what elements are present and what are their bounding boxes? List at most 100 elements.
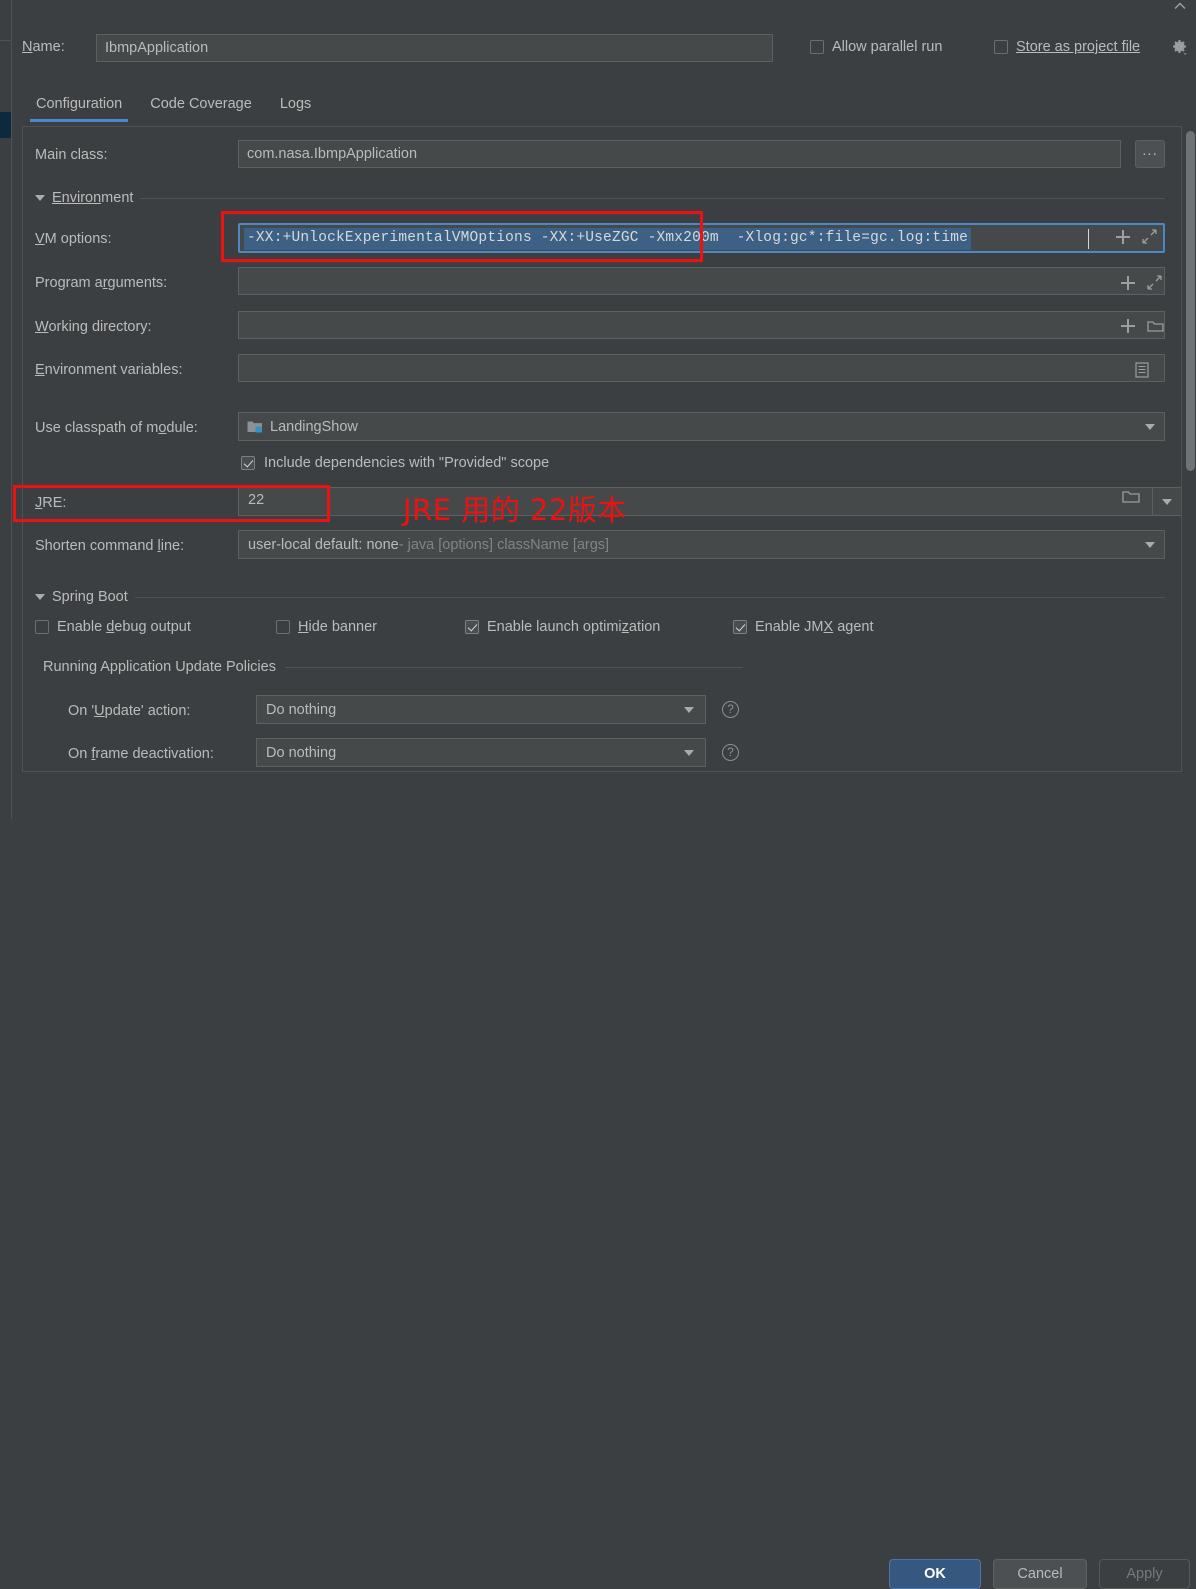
section-divider bbox=[140, 197, 1165, 199]
vm-options-label: VM options: bbox=[35, 231, 112, 247]
list-icon[interactable] bbox=[1135, 362, 1149, 378]
working-directory-input[interactable] bbox=[238, 311, 1165, 339]
store-as-project-file-label: Store as project file bbox=[1016, 39, 1141, 55]
cancel-button[interactable]: Cancel bbox=[993, 1559, 1087, 1589]
name-label: Name: bbox=[22, 39, 65, 55]
chevron-down-icon[interactable] bbox=[1145, 424, 1155, 430]
tab-bar: Configuration Code Coverage Logs bbox=[22, 92, 1182, 126]
classpath-module-value: LandingShow bbox=[270, 418, 358, 435]
enable-launch-optimization-label: Enable launch optimization bbox=[487, 619, 661, 635]
allow-parallel-run-checkbox[interactable]: Allow parallel run bbox=[810, 39, 942, 55]
main-class-input[interactable]: com.nasa.IbmpApplication bbox=[238, 140, 1121, 168]
store-as-project-file-checkbox[interactable]: Store as project file bbox=[994, 39, 1140, 55]
checkbox-box[interactable] bbox=[994, 40, 1008, 54]
left-rail-selected-item[interactable] bbox=[0, 112, 11, 138]
chevron-up-icon[interactable] bbox=[1172, 0, 1188, 12]
spring-boot-checkbox-row: Enable debug output Hide banner Enable l… bbox=[35, 619, 1165, 641]
section-divider bbox=[284, 666, 743, 668]
program-arguments-label: Program arguments: bbox=[35, 275, 168, 291]
checkbox-box[interactable] bbox=[810, 40, 824, 54]
module-icon bbox=[247, 421, 262, 433]
checkbox-box[interactable] bbox=[241, 456, 255, 470]
vm-options-value: -XX:+UnlockExperimentalVMOptions -XX:+Us… bbox=[244, 228, 972, 250]
classpath-module-label: Use classpath of module: bbox=[35, 420, 198, 436]
hide-banner-label: Hide banner bbox=[298, 619, 378, 635]
triangle-down-icon[interactable] bbox=[35, 195, 45, 201]
program-arguments-input[interactable] bbox=[238, 267, 1165, 295]
on-frame-deactivation-combo[interactable]: Do nothing bbox=[256, 738, 706, 767]
chevron-down-icon[interactable] bbox=[1145, 542, 1155, 548]
scrollbar-thumb[interactable] bbox=[1186, 131, 1195, 471]
enable-debug-output-checkbox[interactable]: Enable debug output bbox=[35, 619, 191, 635]
checkbox-box[interactable] bbox=[733, 620, 747, 634]
update-policies-section-label: Running Application Update Policies bbox=[43, 659, 276, 675]
left-rail bbox=[0, 0, 12, 819]
environment-section-label: Environment bbox=[52, 190, 134, 206]
chevron-down-icon[interactable] bbox=[684, 707, 694, 713]
text-caret bbox=[1088, 229, 1089, 249]
vm-options-input[interactable]: -XX:+UnlockExperimentalVMOptions -XX:+Us… bbox=[238, 223, 1165, 253]
configuration-panel: Main class: com.nasa.IbmpApplication ...… bbox=[22, 127, 1182, 772]
expand-icon[interactable] bbox=[1147, 275, 1162, 290]
triangle-down-icon[interactable] bbox=[35, 594, 45, 600]
main-class-browse-button[interactable]: ... bbox=[1135, 140, 1165, 168]
working-directory-label: Working directory: bbox=[35, 319, 152, 335]
expand-icon[interactable] bbox=[1142, 229, 1157, 244]
on-update-action-combo[interactable]: Do nothing bbox=[256, 695, 706, 724]
on-update-action-label: On 'Update' action: bbox=[68, 703, 191, 719]
folder-icon[interactable] bbox=[1147, 319, 1164, 333]
annotation-note-jre: JRE 用的 22版本 bbox=[403, 493, 627, 527]
left-rail-top-cap bbox=[0, 0, 11, 41]
allow-parallel-run-label: Allow parallel run bbox=[832, 39, 943, 55]
environment-variables-input[interactable] bbox=[238, 354, 1165, 382]
jre-label: JRE: bbox=[35, 495, 67, 511]
jre-dropdown-button[interactable] bbox=[1153, 487, 1181, 516]
main-class-label: Main class: bbox=[35, 147, 108, 163]
checkbox-box[interactable] bbox=[276, 620, 290, 634]
plus-icon[interactable] bbox=[1121, 275, 1135, 290]
name-input[interactable] bbox=[96, 34, 773, 62]
shorten-command-line-combo[interactable]: user-local default: none - java [options… bbox=[238, 530, 1165, 559]
include-provided-label: Include dependencies with "Provided" sco… bbox=[264, 455, 550, 471]
on-update-action-value: Do nothing bbox=[266, 701, 337, 718]
enable-jmx-agent-label: Enable JMX agent bbox=[755, 619, 874, 635]
vm-options-remaining-text: -Xmx200m -Xlog:gc*:file=gc.log:time bbox=[647, 230, 969, 246]
tab-code-coverage[interactable]: Code Coverage bbox=[136, 92, 266, 122]
vm-options-icons bbox=[1116, 229, 1157, 244]
tab-configuration[interactable]: Configuration bbox=[22, 92, 136, 122]
gear-icon[interactable] bbox=[1170, 38, 1188, 56]
enable-debug-output-label: Enable debug output bbox=[57, 619, 191, 635]
checkbox-box[interactable] bbox=[35, 620, 49, 634]
environment-variables-icons bbox=[1135, 362, 1149, 378]
tab-logs[interactable]: Logs bbox=[266, 92, 325, 122]
help-icon[interactable]: ? bbox=[722, 744, 739, 761]
chevron-down-icon[interactable] bbox=[684, 750, 694, 756]
help-icon[interactable]: ? bbox=[722, 701, 739, 718]
enable-launch-optimization-checkbox[interactable]: Enable launch optimization bbox=[465, 619, 660, 635]
chevron-down-icon[interactable] bbox=[1162, 499, 1172, 505]
spring-boot-section-label: Spring Boot bbox=[52, 589, 128, 605]
jre-input[interactable]: 22 bbox=[238, 487, 1153, 516]
classpath-module-combo[interactable]: LandingShow bbox=[238, 412, 1165, 441]
enable-jmx-agent-checkbox[interactable]: Enable JMX agent bbox=[733, 619, 874, 635]
environment-variables-label: Environment variables: bbox=[35, 362, 183, 378]
shorten-command-line-value: user-local default: none bbox=[248, 536, 399, 553]
environment-section-header[interactable]: Environment bbox=[35, 190, 1165, 206]
vm-options-selected-text: -XX:+UnlockExperimentalVMOptions -XX:+Us… bbox=[247, 230, 648, 246]
on-frame-deactivation-label: On frame deactivation: bbox=[68, 746, 214, 762]
spring-boot-section-header[interactable]: Spring Boot bbox=[35, 589, 1165, 605]
shorten-command-line-label: Shorten command line: bbox=[35, 538, 185, 554]
section-divider bbox=[134, 596, 1165, 598]
apply-button: Apply bbox=[1099, 1559, 1190, 1589]
include-provided-checkbox[interactable]: Include dependencies with "Provided" sco… bbox=[241, 455, 549, 471]
checkbox-box[interactable] bbox=[465, 620, 479, 634]
ok-button[interactable]: OK bbox=[889, 1559, 981, 1589]
plus-icon[interactable] bbox=[1116, 229, 1130, 244]
folder-icon[interactable] bbox=[1121, 489, 1141, 505]
hide-banner-checkbox[interactable]: Hide banner bbox=[276, 619, 377, 635]
dialog-button-bar: OK Cancel Apply bbox=[0, 778, 1196, 1589]
shorten-command-line-hint: - java [options] className [args] bbox=[398, 536, 610, 553]
update-policies-section-header: Running Application Update Policies bbox=[43, 659, 743, 675]
jre-value: 22 bbox=[248, 492, 265, 508]
plus-icon[interactable] bbox=[1121, 319, 1135, 333]
